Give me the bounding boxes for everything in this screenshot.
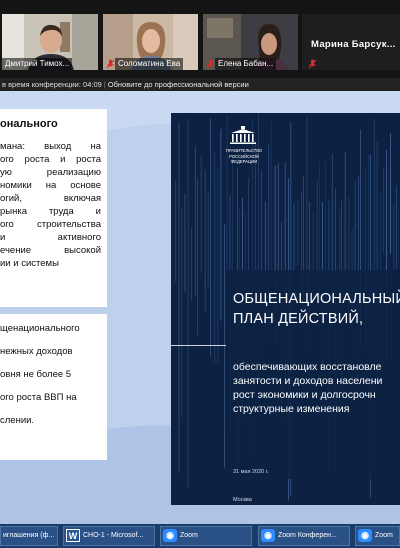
participant-name: Соломатина Ева bbox=[115, 58, 184, 70]
issuer-line: ПРАВИТЕЛЬСТВО bbox=[225, 148, 263, 153]
participant-name: Елена Бабан... bbox=[215, 58, 277, 70]
zoom-icon: ◉ bbox=[261, 528, 275, 542]
subtitle-line: занятости и доходов населени bbox=[233, 375, 383, 387]
issuer-line: ФЕДЕРАЦИИ bbox=[230, 159, 258, 164]
taskbar-item-label: иглашения (ф... bbox=[3, 532, 55, 539]
participant-tile[interactable]: Марина Барсук... bbox=[302, 14, 400, 70]
participant-video-strip: Дмитрий Тимох... Соломатина Ева Елена Ба… bbox=[0, 0, 400, 78]
zoom-icon: ◉ bbox=[163, 528, 177, 542]
taskbar-item[interactable]: ◉ Zoom Конферен... bbox=[258, 526, 350, 546]
mic-muted-icon bbox=[106, 59, 115, 69]
participant-tile[interactable]: Дмитрий Тимох... bbox=[2, 14, 98, 70]
subtitle-line: обеспечивающих восстановле bbox=[233, 361, 382, 373]
title-rule bbox=[171, 345, 226, 346]
taskbar-item-label: Zoom Конферен... bbox=[278, 532, 337, 539]
participant-name: Марина Барсук... bbox=[311, 39, 396, 50]
document-subtitle: обеспечивающих восстановле занятости и д… bbox=[233, 360, 382, 416]
mic-muted-icon bbox=[308, 59, 317, 69]
text-line: рынка труда и bbox=[0, 206, 101, 217]
text-line: ечение высокой bbox=[0, 245, 101, 256]
text-line: ого роста и роста bbox=[0, 154, 101, 165]
meeting-time-notice: в время конференции: 04:09 | Обновите до п… bbox=[0, 78, 400, 91]
taskbar-item[interactable]: ◉ Zoom bbox=[160, 526, 252, 546]
mic-muted-icon bbox=[206, 59, 215, 69]
text-line: ии и системы bbox=[0, 258, 59, 269]
participant-name: Дмитрий Тимох... bbox=[2, 58, 73, 70]
slide-text-box: щенационального нежных доходов овня не б… bbox=[0, 314, 107, 460]
windows-taskbar: иглашения (ф... W CHO-1 - Microsof... ◉ Zo… bbox=[0, 524, 400, 548]
taskbar-item-label: Zoom bbox=[375, 532, 393, 539]
issuer-label: ПРАВИТЕЛЬСТВО РОССИЙСКОЙ ФЕДЕРАЦИИ bbox=[223, 148, 265, 165]
title-line: ПЛАН ДЕЙСТВИЙ, bbox=[233, 311, 364, 327]
text-line: номики на основе bbox=[0, 180, 101, 191]
text-line: мана: выход на bbox=[0, 141, 101, 152]
text-line: ого роста ВВП на bbox=[0, 392, 77, 403]
title-line: ОБЩЕНАЦИОНАЛЬНЫЙ bbox=[233, 291, 400, 307]
participant-tile[interactable]: Соломатина Ева bbox=[103, 14, 198, 70]
upgrade-link[interactable]: Обновите до профессиональной версии bbox=[108, 80, 249, 89]
taskbar-item-label: CHO-1 - Microsof... bbox=[83, 532, 144, 539]
subtitle-line: структурные изменения bbox=[233, 403, 350, 415]
participant-tile[interactable]: Елена Бабан... bbox=[203, 14, 298, 70]
subtitle-line: рост экономики и долгосрочн bbox=[233, 389, 376, 401]
taskbar-item[interactable]: W CHO-1 - Microsof... bbox=[63, 526, 155, 546]
government-building-icon bbox=[230, 126, 256, 144]
document-city: Москва bbox=[233, 497, 252, 503]
time-remaining-text: в время конференции: 04:09 bbox=[2, 80, 102, 89]
text-line: нежных доходов bbox=[0, 346, 73, 357]
document-date: 31 мая 2020 г. bbox=[233, 469, 269, 475]
word-icon: W bbox=[66, 528, 80, 542]
document-cover-image: ПРАВИТЕЛЬСТВО РОССИЙСКОЙ ФЕДЕРАЦИИ ОБЩЕН… bbox=[171, 113, 400, 505]
slide-text-box: онального мана: выход на ого роста и рос… bbox=[0, 109, 107, 307]
text-line: ого строительства bbox=[0, 219, 101, 230]
document-title: ОБЩЕНАЦИОНАЛЬНЫЙ ПЛАН ДЕЙСТВИЙ, bbox=[233, 289, 400, 329]
text-line: ую реализацию bbox=[0, 167, 101, 178]
taskbar-item[interactable]: иглашения (ф... bbox=[0, 526, 58, 546]
text-line: и активного bbox=[0, 232, 101, 243]
zoom-icon: ◉ bbox=[358, 528, 372, 542]
slide-heading: онального bbox=[0, 118, 58, 130]
text-line: щенационального bbox=[0, 323, 80, 334]
text-line: слении. bbox=[0, 415, 35, 426]
taskbar-item[interactable]: ◉ Zoom bbox=[355, 526, 400, 546]
text-line: огий, включая bbox=[0, 193, 101, 204]
text-line: овня не более 5 bbox=[0, 369, 72, 380]
taskbar-item-label: Zoom bbox=[180, 532, 198, 539]
shared-screen: онального мана: выход на ого роста и рос… bbox=[0, 91, 400, 524]
